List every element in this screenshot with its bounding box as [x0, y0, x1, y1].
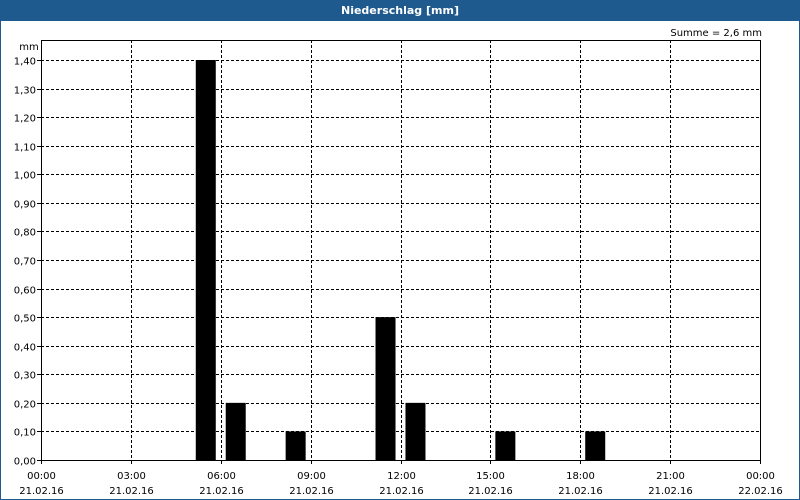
x-tick-time: 21:00: [656, 471, 685, 482]
grid-lines: [41, 40, 761, 460]
y-tick-label: 1,10: [14, 143, 36, 154]
bar: [495, 431, 516, 460]
y-tick-label: 0,80: [14, 228, 36, 239]
y-tick-label: 1,20: [14, 114, 36, 125]
x-tick-date: 22.02.16: [738, 486, 783, 497]
y-tick-label: 0,30: [14, 371, 36, 382]
x-tick-time: 09:00: [297, 471, 326, 482]
y-axis-label: mm: [19, 42, 38, 53]
y-tick-labels: 0,00 0,10 0,20 0,30 0,40 0,50 0,60 0,70 0,80 0,90…: [14, 57, 36, 468]
y-tick-label: 0,10: [14, 428, 36, 439]
y-tick-label: 0,40: [14, 343, 36, 354]
y-tick-label: 0,60: [14, 286, 36, 297]
bar: [405, 402, 426, 460]
x-tick-date: 21.02.16: [468, 486, 513, 497]
x-tick-date: 21.02.16: [558, 486, 603, 497]
bar: [225, 402, 246, 460]
y-tick-label: 1,00: [14, 171, 36, 182]
x-tick-time: 06:00: [207, 471, 236, 482]
x-tick-date: 21.02.16: [289, 486, 334, 497]
y-tick-label: 0,90: [14, 200, 36, 211]
x-tick-date: 21.02.16: [648, 486, 693, 497]
bar: [585, 431, 606, 460]
y-tick-label: 1,40: [14, 57, 36, 68]
y-tick-label: 0,20: [14, 400, 36, 411]
bar: [375, 317, 396, 460]
sum-annotation: Summe = 2,6 mm: [670, 28, 762, 39]
x-tick-time: 18:00: [566, 471, 595, 482]
x-tick-labels: 00:00 21.02.16 03:00 21.02.16 06:00 21.02.16 0…: [19, 471, 783, 497]
x-tick-time: 00:00: [27, 471, 56, 482]
y-tick-label: 0,50: [14, 314, 36, 325]
bar: [285, 431, 306, 460]
x-tick-date: 21.02.16: [379, 486, 424, 497]
x-tick-time: 00:00: [746, 471, 775, 482]
x-tick-time: 03:00: [117, 471, 146, 482]
x-tick-date: 21.02.16: [109, 486, 154, 497]
bar: [195, 60, 216, 460]
axes: [37, 40, 761, 464]
x-tick-date: 21.02.16: [199, 486, 244, 497]
y-tick-label: 0,70: [14, 257, 36, 268]
x-tick-time: 12:00: [387, 471, 416, 482]
precipitation-chart: 0,00 0,10 0,20 0,30 0,40 0,50 0,60 0,70 0,80 0,90…: [14, 28, 783, 497]
x-tick-time: 15:00: [476, 471, 505, 482]
y-tick-label: 0,00: [14, 457, 36, 468]
x-tick-date: 21.02.16: [19, 486, 64, 497]
y-tick-label: 1,30: [14, 86, 36, 97]
